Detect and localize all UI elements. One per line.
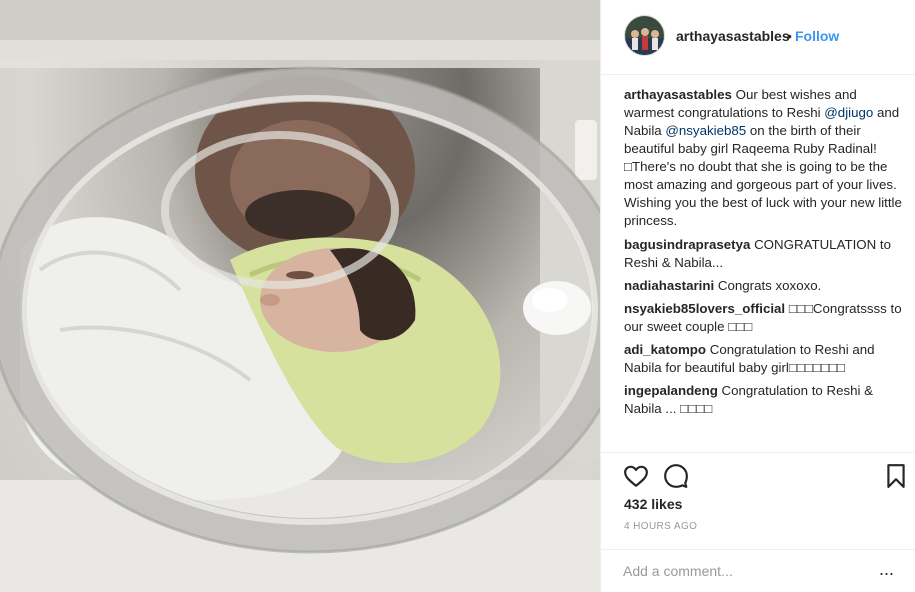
caption-mention[interactable]: @djiugo xyxy=(824,105,873,120)
caption-mention[interactable]: @nsyakieb85 xyxy=(665,123,746,138)
post-timestamp[interactable]: 4 HOURS AGO xyxy=(624,521,697,532)
avatar-image xyxy=(625,16,664,55)
comments-list: arthayasastables Our best wishes and war… xyxy=(624,86,904,423)
more-options-icon[interactable]: ... xyxy=(879,560,894,578)
comment-item: nsyakieb85lovers_official □□□Congratssss… xyxy=(624,300,904,336)
bookmark-icon[interactable] xyxy=(885,463,911,489)
comment-username[interactable]: nadiahastarini xyxy=(624,278,714,293)
comment-username[interactable]: adi_katompo xyxy=(624,342,706,357)
comment-bubble-icon[interactable] xyxy=(663,463,689,489)
post-header: arthayasastables • Follow xyxy=(601,0,915,75)
comment-username[interactable]: ingepalandeng xyxy=(624,383,718,398)
comment-item: adi_katompo Congratulation to Reshi and … xyxy=(624,341,904,377)
heart-icon[interactable] xyxy=(623,463,649,489)
comment-text: Congrats xoxoxo. xyxy=(714,278,822,293)
post-actions: 432 likes 4 HOURS AGO ... xyxy=(601,452,915,592)
follow-button[interactable]: Follow xyxy=(795,28,839,44)
comment-item: bagusindraprasetya CONGRATULATION to Res… xyxy=(624,236,904,272)
post-photo-illustration xyxy=(0,0,600,592)
comment-item: ingepalandeng Congratulation to Reshi & … xyxy=(624,382,904,418)
comment-item: nadiahastarini Congrats xoxoxo. xyxy=(624,277,904,295)
post-side-panel: arthayasastables • Follow arthayasastabl… xyxy=(600,0,915,592)
comment-username[interactable]: nsyakieb85lovers_official xyxy=(624,301,785,316)
caption: arthayasastables Our best wishes and war… xyxy=(624,86,904,230)
caption-text: on the birth of their beautiful baby gir… xyxy=(624,123,902,228)
caption-username[interactable]: arthayasastables xyxy=(624,87,732,102)
comment-input[interactable] xyxy=(623,560,873,582)
avatar[interactable] xyxy=(624,15,665,56)
likes-count[interactable]: 432 likes xyxy=(624,496,682,512)
add-comment-bar: ... xyxy=(601,549,915,592)
comment-username[interactable]: bagusindraprasetya xyxy=(624,237,750,252)
header-separator: • xyxy=(787,28,792,44)
post-photo[interactable] xyxy=(0,0,600,592)
header-username[interactable]: arthayasastables xyxy=(676,28,790,44)
